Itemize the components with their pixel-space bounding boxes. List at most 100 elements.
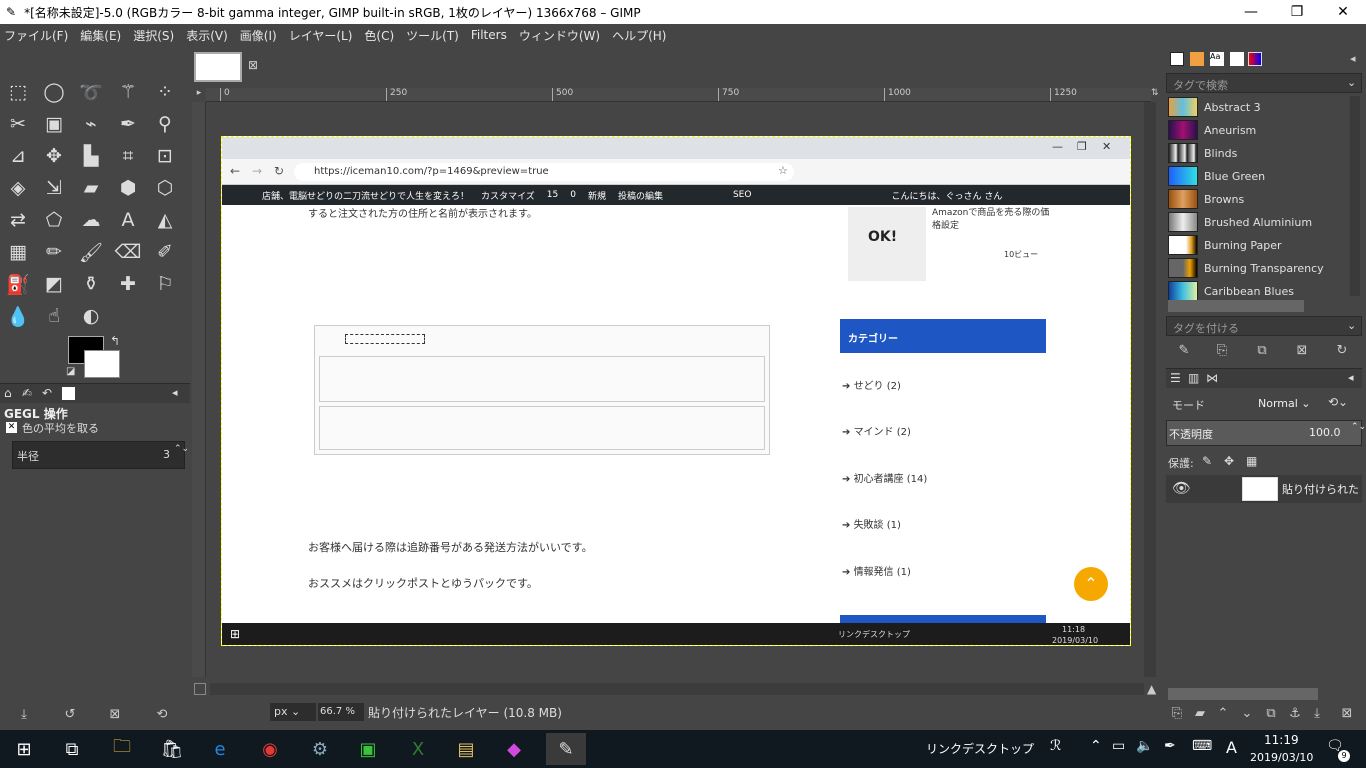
lock-pixels-icon[interactable]: ✎ bbox=[1202, 454, 1212, 468]
gradient-item[interactable]: Burning Paper bbox=[1168, 234, 1348, 256]
menu-view[interactable]: 表示(V) bbox=[186, 27, 228, 44]
gradient-item[interactable]: Blue Green bbox=[1168, 165, 1348, 187]
airbrush-icon[interactable]: ✐ bbox=[151, 238, 179, 266]
visibility-eye-icon[interactable]: 👁 bbox=[1172, 479, 1191, 497]
channels-tab-icon[interactable]: ▥ bbox=[1188, 371, 1199, 385]
move-icon[interactable]: ✥ bbox=[40, 142, 68, 170]
vertical-scrollbar[interactable] bbox=[1144, 102, 1156, 677]
lock-position-icon[interactable]: ✥ bbox=[1224, 454, 1234, 468]
delete-gradient-icon[interactable]: ⊠ bbox=[1294, 342, 1310, 358]
unit-select[interactable]: px ⌄ bbox=[270, 703, 316, 721]
rect-select-icon[interactable]: ⬚ bbox=[4, 78, 32, 106]
keyboard-icon[interactable]: ⌨ bbox=[1192, 738, 1212, 754]
paint3d-icon[interactable]: ◆ bbox=[498, 733, 530, 765]
undo-history-tab-icon[interactable]: ↶ bbox=[42, 386, 52, 400]
clock-time[interactable]: 11:19 bbox=[1264, 733, 1299, 747]
quickmask-corner-icon[interactable]: ▸ bbox=[192, 88, 206, 102]
minimize-button[interactable]: — bbox=[1228, 0, 1274, 24]
smudge-icon[interactable]: ☝ bbox=[40, 302, 68, 330]
taskbar-desktop[interactable]: デスクトップ bbox=[962, 740, 1034, 757]
gradient-icon[interactable]: ▦ bbox=[4, 238, 32, 266]
mypaint-brush-icon[interactable]: ◩ bbox=[40, 270, 68, 298]
patterns-tab-icon[interactable] bbox=[1190, 52, 1204, 66]
gradient-item[interactable]: Caribbean Blues bbox=[1168, 280, 1348, 302]
gradient-item[interactable]: Aneurism bbox=[1168, 119, 1348, 141]
battery-icon[interactable]: ▭ bbox=[1112, 738, 1125, 754]
device-status-tab-icon[interactable]: ✍ bbox=[22, 386, 32, 400]
gradient-item[interactable]: Browns bbox=[1168, 188, 1348, 210]
default-colors-icon[interactable]: ◪ bbox=[66, 366, 75, 377]
new-layer-icon[interactable]: ⎘ bbox=[1170, 706, 1184, 721]
menu-color[interactable]: 色(C) bbox=[364, 27, 394, 44]
layer-name[interactable]: 貼り付けられた bbox=[1282, 481, 1359, 497]
rotate-icon[interactable]: ◈ bbox=[4, 174, 32, 202]
3d-transform-icon[interactable]: ⬡ bbox=[151, 174, 179, 202]
perspective-clone-icon[interactable]: ⚐ bbox=[151, 270, 179, 298]
maximize-button[interactable]: ❐ bbox=[1274, 0, 1320, 24]
heal-icon[interactable]: ✚ bbox=[114, 270, 142, 298]
background-color[interactable] bbox=[84, 350, 120, 378]
paintbrush-icon[interactable]: 🖌 bbox=[77, 238, 105, 266]
menu-layer[interactable]: レイヤー(L) bbox=[289, 27, 353, 44]
ime-indicator[interactable]: A bbox=[1226, 738, 1237, 757]
tag-assign[interactable]: タグを付ける ⌄ bbox=[1166, 316, 1362, 336]
image-tab-thumbnail[interactable] bbox=[194, 52, 242, 82]
spinner-arrows-icon[interactable]: ⌃⌄ bbox=[174, 444, 189, 454]
swap-colors-icon[interactable]: ↰ bbox=[110, 334, 120, 348]
measure-icon[interactable]: ⊿ bbox=[4, 142, 32, 170]
pencil-icon[interactable]: ✏ bbox=[40, 238, 68, 266]
blur-icon[interactable]: 💧 bbox=[4, 302, 32, 330]
people-icon[interactable]: ℛ bbox=[1050, 738, 1061, 754]
file-explorer-icon[interactable]: 🗀 bbox=[106, 733, 138, 765]
ink-icon[interactable]: ⛽ bbox=[4, 270, 32, 298]
delete-layer-icon[interactable]: ⊠ bbox=[1340, 706, 1354, 721]
volume-icon[interactable]: 🔈 bbox=[1136, 738, 1153, 754]
menu-select[interactable]: 選択(S) bbox=[133, 27, 174, 44]
zoom-icon[interactable]: ⚲ bbox=[151, 110, 179, 138]
brushes-tab-icon[interactable] bbox=[1170, 52, 1184, 66]
gradients-tab-icon[interactable] bbox=[1248, 52, 1262, 66]
menu-tools[interactable]: ツール(T) bbox=[406, 27, 459, 44]
gradient-list-hscroll[interactable] bbox=[1168, 300, 1304, 312]
notes-icon[interactable]: ▤ bbox=[450, 733, 482, 765]
quick-mask-toggle[interactable] bbox=[194, 683, 206, 695]
tag-search[interactable]: タグで検索 ⌄ bbox=[1166, 73, 1362, 93]
start-button-icon[interactable]: ⊞ bbox=[8, 733, 40, 765]
warp-icon[interactable]: ☁ bbox=[77, 206, 105, 234]
mode-reset-icon[interactable]: ⟲⌄ bbox=[1328, 395, 1348, 409]
chevron-down-icon[interactable]: ⌄ bbox=[1347, 319, 1356, 332]
opacity-spinner[interactable]: 不透明度 100.0 ⌃⌄ bbox=[1166, 420, 1366, 446]
gradient-item[interactable]: Burning Transparency bbox=[1168, 257, 1348, 279]
duplicate-layer-icon[interactable]: ⧉ bbox=[1264, 706, 1278, 721]
edge-icon[interactable]: e bbox=[204, 733, 236, 765]
duplicate-gradient-icon[interactable]: ⧉ bbox=[1254, 342, 1270, 358]
paths-tab-icon[interactable]: ⋈ bbox=[1206, 371, 1218, 385]
align-icon[interactable]: ▙ bbox=[77, 142, 105, 170]
gradient-item[interactable]: Brushed Aluminium bbox=[1168, 211, 1348, 233]
edit-gradient-icon[interactable]: ✎ bbox=[1176, 342, 1192, 358]
excel-icon[interactable]: X bbox=[402, 733, 434, 765]
flip-icon[interactable]: ⇄ bbox=[4, 206, 32, 234]
panel-menu-icon[interactable]: ◂ bbox=[172, 386, 178, 399]
tool-options-tab-icon[interactable]: ⌂ bbox=[4, 386, 12, 400]
menu-filters[interactable]: Filters bbox=[471, 28, 507, 42]
pen-icon[interactable]: ✒ bbox=[1164, 738, 1176, 754]
documents-tab-icon[interactable] bbox=[1230, 52, 1244, 66]
average-checkbox[interactable]: ✕ bbox=[6, 422, 17, 433]
save-options-icon[interactable]: ⤓ bbox=[14, 704, 34, 724]
gimp-taskbar-icon[interactable]: ✎ bbox=[546, 733, 586, 765]
color-picker-icon[interactable]: ✒ bbox=[114, 110, 142, 138]
zoom-lock-icon[interactable]: ⇅ bbox=[1151, 88, 1161, 102]
foreground-select-icon[interactable]: ▣ bbox=[40, 110, 68, 138]
raise-layer-icon[interactable]: ⌃ bbox=[1216, 706, 1230, 721]
app-icon[interactable]: ⚙ bbox=[304, 733, 336, 765]
restore-options-icon[interactable]: ↺ bbox=[60, 704, 80, 724]
chrome-icon[interactable]: ◉ bbox=[254, 733, 286, 765]
layer-dock-menu-icon[interactable]: ◂ bbox=[1348, 371, 1354, 384]
layers-tab-icon[interactable]: ☰ bbox=[1170, 371, 1181, 385]
chevron-down-icon[interactable]: ⌄ bbox=[1347, 76, 1356, 89]
lasso-icon[interactable]: ➰ bbox=[77, 78, 105, 106]
menu-file[interactable]: ファイル(F) bbox=[4, 27, 68, 44]
ellipse-select-icon[interactable]: ◯ bbox=[40, 78, 68, 106]
clock-date[interactable]: 2019/03/10 bbox=[1250, 751, 1313, 764]
